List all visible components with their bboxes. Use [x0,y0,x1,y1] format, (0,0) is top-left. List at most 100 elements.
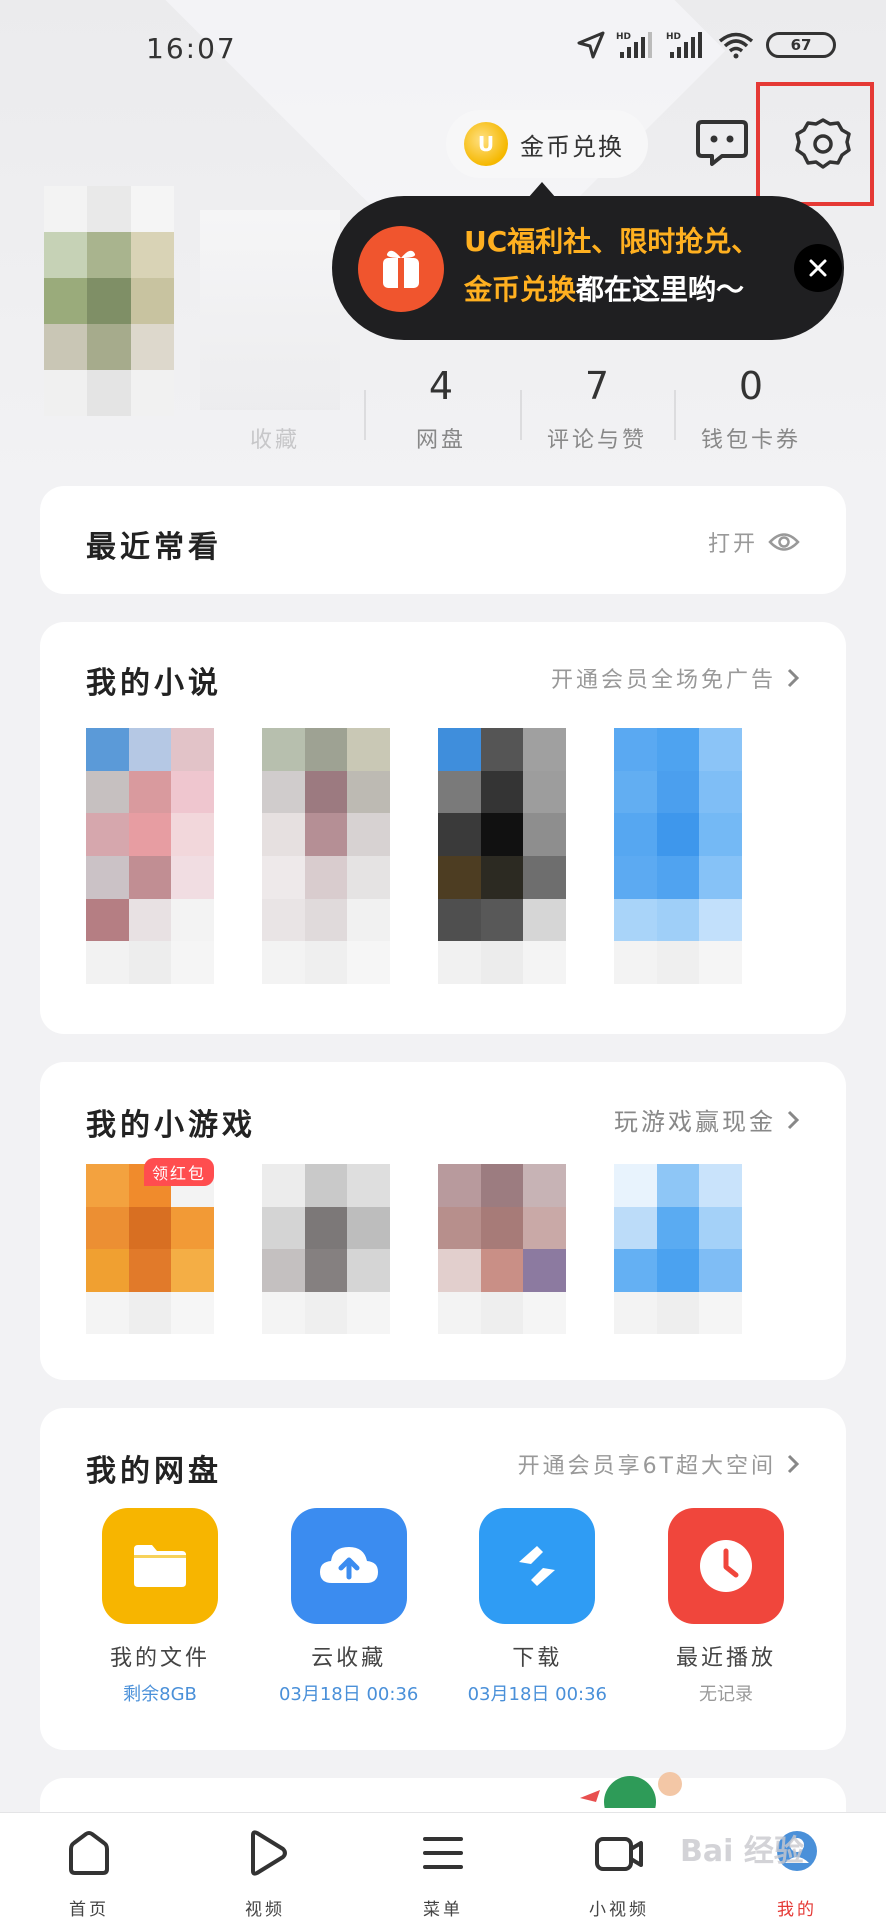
novels-vip-link[interactable]: 开通会员全场免广告 [551,662,800,694]
recent-open-toggle[interactable]: 打开 [708,526,800,558]
svg-text:HD: HD [666,32,681,42]
nav-label: 小视频 [589,1900,649,1920]
netdisk-cloud-favorites[interactable]: 云收藏 03月18日 00:36 [269,1508,429,1706]
netdisk-recent-play[interactable]: 最近播放 无记录 [646,1508,806,1706]
disk-item-label: 我的文件 [109,1646,210,1671]
camera-icon [595,1837,643,1871]
signal-icon-2: HD [666,32,702,58]
stat-number: 7 [584,364,610,408]
stat-wallet[interactable]: 0 钱包卡券 [676,360,826,454]
tooltip-line2-highlight: 金币兑换 [464,273,577,306]
stat-label: 网盘 [415,428,466,453]
download-icon [479,1508,596,1624]
tooltip-close-button[interactable] [794,244,842,292]
top-bar: U 金币兑换 [0,108,886,180]
novels-card: 我的小说 开通会员全场免广告 [40,622,846,1034]
disk-item-sub: 03月18日 00:36 [278,1684,419,1705]
chevron-right-icon [787,668,800,688]
chevron-right-icon [787,1110,800,1129]
illustration-icon [580,1772,682,1808]
recent-open-label: 打开 [707,532,758,557]
signal-icon: HD [616,32,652,58]
wifi-icon [718,32,754,59]
tooltip-line2-rest: 都在这里哟～ [576,273,745,306]
netdisk-title: 我的网盘 [86,1454,222,1489]
nav-menu[interactable]: 菜单 [388,1825,498,1920]
stat-label: 评论与赞 [546,428,647,453]
stat-netdisk[interactable]: 4 网盘 [366,360,516,454]
novel-cover[interactable] [614,728,742,984]
netdisk-my-files[interactable]: 我的文件 剩余8GB [80,1508,240,1706]
stat-label: 钱包卡券 [700,428,801,453]
game-item[interactable]: 领红包 [86,1158,214,1334]
coin-icon: U [464,122,508,166]
nav-label: 视频 [245,1900,285,1920]
battery-indicator: 67 [766,32,836,58]
cloud-upload-icon [290,1508,407,1624]
disk-item-label: 下载 [512,1646,563,1671]
disk-item-sub: 剩余8GB [123,1684,197,1705]
game-list: 领红包 [86,1158,742,1334]
games-title: 我的小游戏 [86,1108,256,1143]
gift-icon [358,226,444,312]
welfare-tooltip[interactable]: UC福利社、限时抢兑、 金币兑换都在这里哟～ [332,182,844,340]
settings-highlight-box [756,82,874,206]
chat-bubble-icon [696,120,748,166]
menu-icon [423,1837,463,1869]
svg-text:HD: HD [616,32,631,42]
novel-cover[interactable] [86,728,214,984]
novels-vip-label: 开通会员全场免广告 [550,668,776,693]
eye-icon [768,533,800,551]
disk-item-label: 云收藏 [311,1646,387,1671]
chevron-right-icon [787,1454,800,1474]
netdisk-card: 我的网盘 开通会员享6T超大空间 我的文件 剩余8GB 云收藏 03月18日 0… [40,1408,846,1750]
novel-list [86,728,742,984]
status-time: 16:07 [146,32,237,65]
stat-label: 收藏 [249,428,300,453]
novel-cover[interactable] [262,728,390,984]
red-packet-badge: 领红包 [144,1158,214,1186]
nav-video[interactable]: 视频 [210,1825,320,1920]
recent-card[interactable]: 最近常看 打开 [40,486,846,594]
coin-exchange-button[interactable]: U 金币兑换 [446,110,648,178]
disk-item-sub: 无记录 [698,1684,753,1705]
nav-home[interactable]: 首页 [34,1825,144,1920]
stat-number: 4 [428,364,454,408]
recent-title: 最近常看 [86,530,222,565]
netdisk-vip-label: 开通会员享6T超大空间 [517,1454,776,1479]
game-item[interactable] [262,1164,390,1334]
games-card: 我的小游戏 玩游戏赢现金 领红包 [40,1062,846,1380]
novel-cover[interactable] [438,728,566,984]
message-button[interactable] [692,112,752,172]
netdisk-downloads[interactable]: 下载 03月18日 00:36 [457,1508,617,1706]
games-cash-label: 玩游戏赢现金 [614,1108,776,1136]
play-icon [251,1830,287,1876]
home-icon [69,1831,109,1875]
disk-item-label: 最近播放 [675,1646,776,1671]
nav-label: 首页 [69,1900,109,1920]
status-icons: HD HD 67 [576,30,836,60]
tooltip-text: UC福利社、限时抢兑、 金币兑换都在这里哟～ [464,218,794,314]
nav-label: 菜单 [423,1900,463,1920]
folder-icon [102,1508,218,1624]
game-item[interactable] [614,1164,742,1334]
clock-icon [667,1508,784,1624]
games-cash-link[interactable]: 玩游戏赢现金 [614,1102,800,1137]
baidu-watermark: Bai 经验 [680,1834,804,1869]
stat-comments-likes[interactable]: 7 评论与赞 [522,360,672,454]
coin-exchange-label: 金币兑换 [520,132,624,161]
novels-title: 我的小说 [86,666,222,701]
disk-item-sub: 03月18日 00:36 [467,1684,608,1705]
tooltip-line1: UC福利社、限时抢兑、 [464,225,760,258]
stat-favorites[interactable]: 收藏 [200,360,350,454]
game-item[interactable] [438,1164,566,1334]
netdisk-vip-link[interactable]: 开通会员享6T超大空间 [518,1448,800,1480]
nav-label: 我的 [777,1900,817,1920]
status-bar: 16:07 HD HD 67 [0,28,886,76]
netdisk-shortcuts: 我的文件 剩余8GB 云收藏 03月18日 00:36 下载 03月18日 00… [80,1508,806,1706]
stat-number: 0 [738,364,764,408]
stats-row: 收藏 4 网盘 7 评论与赞 0 钱包卡券 [0,360,886,460]
nav-short-video[interactable]: 小视频 [564,1825,674,1920]
location-arrow-icon [577,31,605,59]
close-icon [809,259,827,277]
